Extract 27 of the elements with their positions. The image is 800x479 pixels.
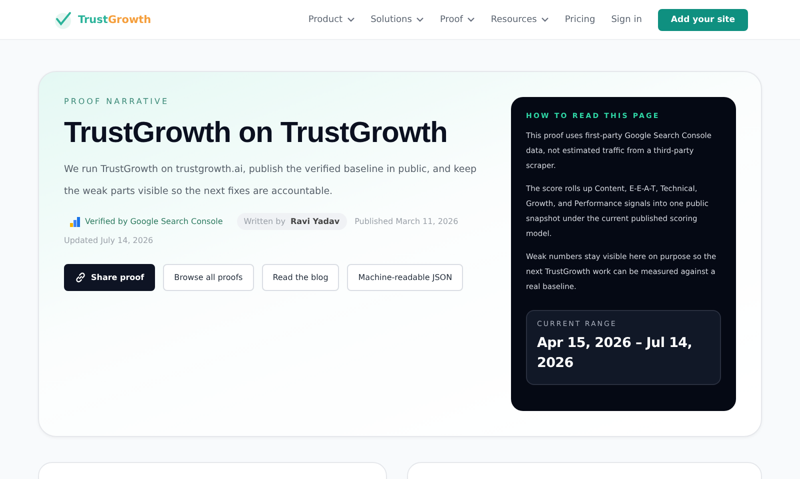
eyebrow-label: PROOF NARRATIVE xyxy=(64,97,170,106)
action-button[interactable]: Machine-readable JSON xyxy=(347,264,464,291)
nav-link[interactable]: Solutions xyxy=(370,14,424,24)
nav-link[interactable]: Pricing xyxy=(564,14,596,24)
updated-date: Updated July 14, 2026 xyxy=(64,236,154,245)
chevron-down-icon xyxy=(466,16,475,22)
range-dates: Apr 15, 2026 – Jul 14, 2026 xyxy=(537,334,694,373)
written-by-label: Written by xyxy=(244,217,286,226)
action-button[interactable]: Browse all proofs xyxy=(163,264,254,291)
verified-label: Verified by Google Search Console xyxy=(64,214,229,230)
action-button[interactable]: Read the blog xyxy=(262,264,340,291)
check-logo-icon xyxy=(54,10,72,28)
lead-paragraph: We run TrustGrowth on trustgrowth.ai, publish the verified baseline in public, and keep the weak parts visible so the next fixes are accountable. xyxy=(64,163,478,199)
page-title: TrustGrowth on TrustGrowth xyxy=(64,117,448,150)
link-icon xyxy=(75,272,86,283)
author-name: Ravi Yadav xyxy=(290,217,340,226)
nav-link[interactable]: Product xyxy=(308,14,355,24)
add-site-button[interactable]: Add your site xyxy=(658,8,748,30)
nav-link[interactable]: Sign in xyxy=(611,14,642,24)
nav-link[interactable]: Resources xyxy=(490,14,549,24)
chevron-down-icon xyxy=(346,16,355,22)
chevron-down-icon xyxy=(540,16,549,22)
chevron-down-icon xyxy=(416,16,424,22)
nav-link[interactable]: Proof xyxy=(440,14,475,24)
share-proof-button[interactable]: Share proof xyxy=(64,264,156,291)
bar-chart-icon xyxy=(70,216,80,226)
published-date: Published March 11, 2026 xyxy=(354,217,458,226)
